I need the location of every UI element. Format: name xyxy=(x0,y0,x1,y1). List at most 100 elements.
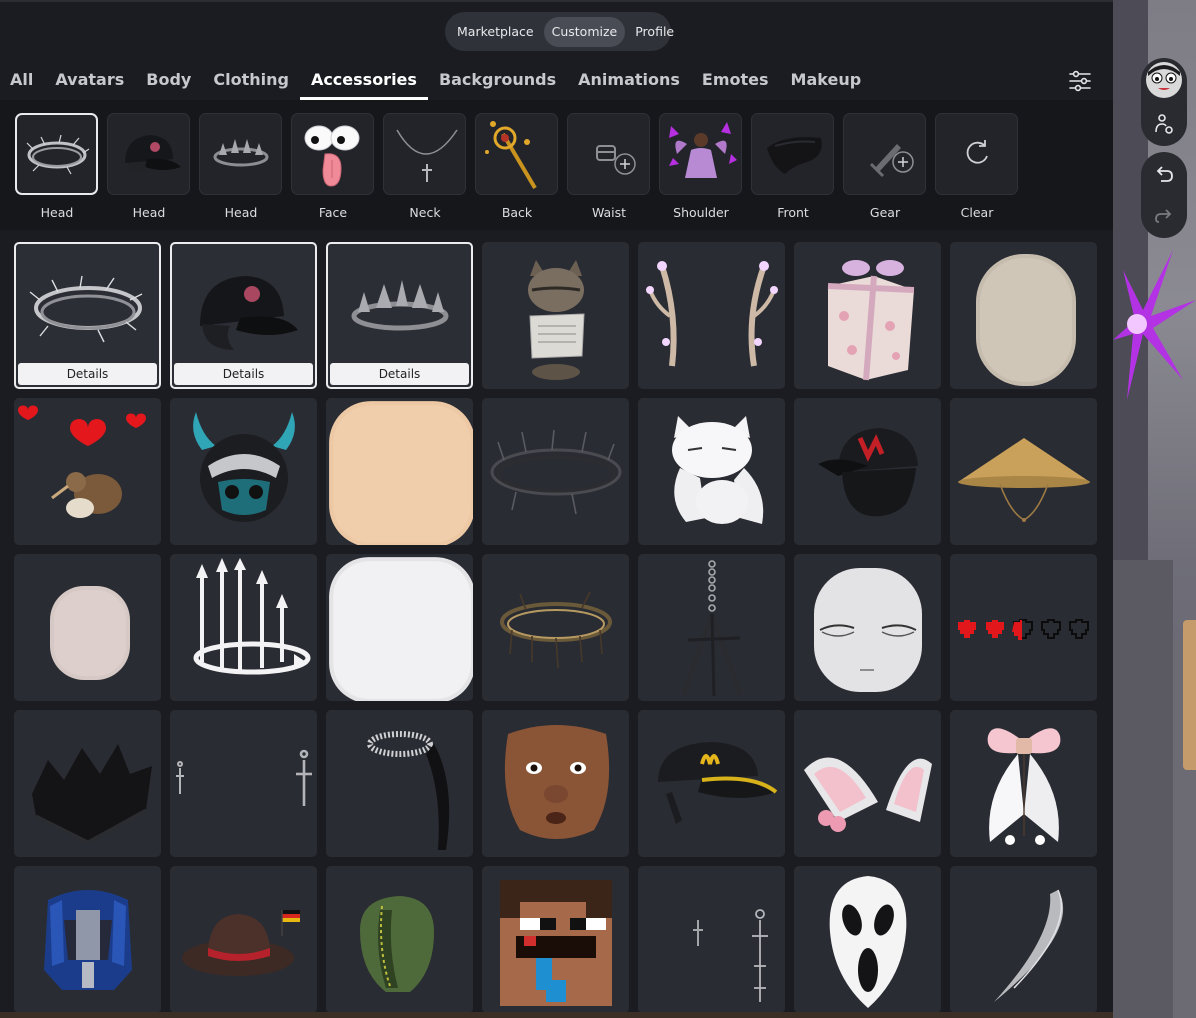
subcat-label: Waist xyxy=(591,205,627,220)
cross-earrings-icon xyxy=(175,749,312,806)
gold-thorn-crown-icon xyxy=(499,591,612,668)
filter-button[interactable] xyxy=(1066,68,1094,94)
tab-emotes[interactable]: Emotes xyxy=(691,66,780,100)
subcat-head-2[interactable]: Head xyxy=(107,113,191,220)
gear-sword-add-icon xyxy=(869,144,914,178)
item-barbed-halo[interactable] xyxy=(482,398,629,545)
item-silver-crown[interactable] xyxy=(170,554,317,701)
item-silver-scythe[interactable] xyxy=(950,866,1097,1013)
item-pale-head[interactable] xyxy=(14,554,161,701)
tab-marketplace[interactable]: Marketplace xyxy=(449,17,542,47)
subcat-label: Head xyxy=(40,205,74,220)
avatar-headshot-button[interactable] xyxy=(1141,60,1187,100)
black-cap-icon xyxy=(124,135,181,174)
subcat-face[interactable]: Face xyxy=(291,113,375,220)
tab-all[interactable]: All xyxy=(0,66,44,100)
item-gold-thorn-crown[interactable] xyxy=(482,554,629,701)
subcat-waist[interactable]: Waist xyxy=(567,113,651,220)
pink-cat-ears-icon xyxy=(803,757,932,832)
subcat-front[interactable]: Front xyxy=(751,113,835,220)
item-horned-helmet[interactable] xyxy=(170,398,317,545)
item-mcdonalds-cap[interactable] xyxy=(638,710,785,857)
item-white-cat[interactable] xyxy=(638,398,785,545)
subcat-label: Clear xyxy=(960,205,994,220)
purple-sparkle-icon xyxy=(1113,250,1196,400)
tab-customize[interactable]: Customize xyxy=(543,16,626,47)
cross-necklace-icon xyxy=(395,129,458,182)
item-pink-bow[interactable] xyxy=(950,710,1097,857)
item-sakura-gift[interactable] xyxy=(794,242,941,389)
subcat-shoulder[interactable]: Shoulder xyxy=(659,113,743,220)
details-button[interactable]: Details xyxy=(174,363,313,385)
avatar-editor: Marketplace Customize Profile All Avatar… xyxy=(0,0,1196,1018)
item-black-crown[interactable] xyxy=(14,710,161,857)
red-black-cap-icon xyxy=(817,427,918,516)
undo-button[interactable] xyxy=(1141,155,1187,195)
item-green-hood[interactable] xyxy=(326,866,473,1013)
item-beige-head[interactable] xyxy=(950,242,1097,389)
tab-profile[interactable]: Profile xyxy=(627,17,682,47)
waist-add-icon xyxy=(595,145,636,175)
filter-sliders-icon xyxy=(1069,70,1091,92)
item-halo-hair[interactable] xyxy=(326,710,473,857)
avatar-headshot-icon xyxy=(1146,62,1182,98)
tab-body[interactable]: Body xyxy=(135,66,202,100)
item-cat-newspaper[interactable] xyxy=(482,242,629,389)
mode-switch: Marketplace Customize Profile xyxy=(445,12,674,51)
chain-tripod-icon xyxy=(681,559,742,696)
subcat-label: Head xyxy=(224,205,258,220)
subcat-head-3[interactable]: Head xyxy=(199,113,283,220)
item-pink-cat-ears[interactable] xyxy=(794,710,941,857)
item-ghostface-mask[interactable] xyxy=(794,866,941,1013)
avatar-settings-button[interactable] xyxy=(1141,104,1187,144)
item-straw-hat[interactable] xyxy=(950,398,1097,545)
subcat-neck[interactable]: Neck xyxy=(383,113,467,220)
item-pixel-head[interactable] xyxy=(482,866,629,1013)
item-silver-tiara[interactable]: Details xyxy=(326,242,473,389)
pink-bow-icon xyxy=(987,727,1060,845)
details-button[interactable]: Details xyxy=(330,363,469,385)
subcat-back[interactable]: Back xyxy=(475,113,559,220)
tab-animations[interactable]: Animations xyxy=(567,66,691,100)
googly-eyes-tongue-icon xyxy=(304,125,359,187)
item-pixel-hearts[interactable] xyxy=(950,554,1097,701)
subcat-clear[interactable]: Clear xyxy=(935,113,1019,220)
tab-avatars[interactable]: Avatars xyxy=(44,66,135,100)
item-sleepy-face[interactable] xyxy=(794,554,941,701)
item-black-cap[interactable]: Details xyxy=(170,242,317,389)
tab-makeup[interactable]: Makeup xyxy=(780,66,873,100)
subcat-gear[interactable]: Gear xyxy=(843,113,927,220)
item-white-head[interactable] xyxy=(326,554,473,701)
avatar-tools xyxy=(1141,58,1187,146)
sleepy-face-head-icon xyxy=(813,567,922,692)
tab-clothing[interactable]: Clothing xyxy=(202,66,300,100)
item-peach-head[interactable] xyxy=(326,398,473,545)
tab-backgrounds[interactable]: Backgrounds xyxy=(428,66,567,100)
subcat-head-1[interactable]: Head xyxy=(15,113,99,220)
item-thorn-crown[interactable]: Details xyxy=(14,242,161,389)
item-brown-face[interactable] xyxy=(482,710,629,857)
item-german-fedora[interactable] xyxy=(170,866,317,1013)
item-robot-helmet[interactable] xyxy=(14,866,161,1013)
white-cat-icon xyxy=(671,415,763,524)
pixel-head-icon xyxy=(499,879,612,1006)
subcat-label: Face xyxy=(318,205,348,220)
customize-panel: Marketplace Customize Profile All Avatar… xyxy=(0,0,1113,1018)
silver-scythe-icon xyxy=(993,889,1063,1002)
details-button[interactable]: Details xyxy=(18,363,157,385)
robot-helmet-icon xyxy=(43,889,132,990)
scene-step xyxy=(1113,560,1173,1018)
item-glowing-antlers[interactable] xyxy=(638,242,785,389)
item-cross-earrings[interactable] xyxy=(170,710,317,857)
item-chain-earrings[interactable] xyxy=(638,866,785,1013)
subcategory-strip: Head Head Head Face Neck Back Waist Shou… xyxy=(0,100,1113,230)
tab-accessories[interactable]: Accessories xyxy=(299,66,428,100)
pixel-hearts-icon xyxy=(957,618,1089,640)
subcat-label: Gear xyxy=(869,205,901,220)
item-kiwi-hearts[interactable] xyxy=(14,398,161,545)
silver-crown-icon xyxy=(193,557,310,674)
item-red-black-cap[interactable] xyxy=(794,398,941,545)
item-chain-tripod[interactable] xyxy=(638,554,785,701)
subcat-label: Front xyxy=(777,205,809,220)
redo-button[interactable] xyxy=(1141,196,1187,236)
